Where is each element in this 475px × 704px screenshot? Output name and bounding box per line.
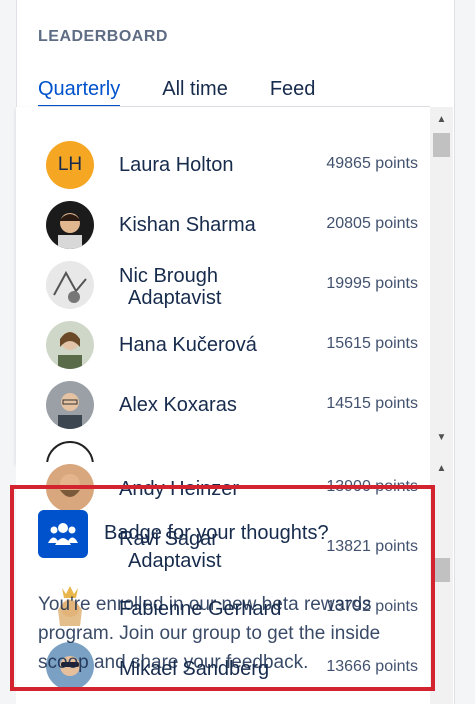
list-item[interactable]: Alex Koxaras 14515 points xyxy=(16,373,430,433)
list-item[interactable] xyxy=(16,433,430,462)
memoji-avatar xyxy=(46,201,94,249)
scrollbar-thumb[interactable] xyxy=(433,133,450,157)
list-item[interactable]: Nic Brough Adaptavist 19995 points xyxy=(16,253,430,313)
list-item[interactable]: LH Laura Holton 49865 points xyxy=(16,133,430,193)
scrollbar-thumb[interactable] xyxy=(433,558,450,582)
user-org: Adaptavist xyxy=(128,287,222,309)
list-item[interactable]: Hana Kučerová 15615 points xyxy=(16,313,430,373)
scroll-down-arrow-icon[interactable]: ▼ xyxy=(430,431,453,445)
user-points: 15615 points xyxy=(326,335,418,352)
user-points: 19995 points xyxy=(326,275,418,292)
list-item[interactable]: Kishan Sharma 20805 points xyxy=(16,193,430,253)
popup-body: You're enrolled in our new beta rewards … xyxy=(38,594,381,673)
user-name[interactable]: Laura Holton xyxy=(119,154,234,176)
user-points: 14515 points xyxy=(326,395,418,412)
sketch-avatar xyxy=(46,261,94,309)
leaderboard-tabs: Quarterly All time Feed xyxy=(38,78,357,108)
leaderboard-title: LEADERBOARD xyxy=(38,28,168,45)
scroll-up-arrow-icon[interactable]: ▲ xyxy=(430,462,453,476)
user-name-main: Nic Brough xyxy=(119,265,218,287)
user-points: 20805 points xyxy=(326,215,418,232)
photo-avatar xyxy=(46,441,94,462)
photo-avatar xyxy=(46,381,94,429)
user-name[interactable]: Nic Brough Adaptavist xyxy=(119,265,221,309)
user-name[interactable]: Kishan Sharma xyxy=(119,214,256,236)
scrollbar[interactable]: ▲ ▼ xyxy=(430,107,453,462)
leaderboard-list[interactable]: LH Laura Holton 49865 points Kishan Shar… xyxy=(16,107,430,463)
user-name[interactable]: Alex Koxaras xyxy=(119,394,237,416)
group-icon xyxy=(38,510,88,558)
tab-quarterly[interactable]: Quarterly xyxy=(38,78,121,108)
initials-avatar: LH xyxy=(46,141,94,189)
photo-avatar xyxy=(46,321,94,369)
user-points: 49865 points xyxy=(326,155,418,172)
tab-all-time[interactable]: All time xyxy=(162,78,228,105)
popup-title: Badge for your thoughts? xyxy=(104,522,329,544)
tab-feed[interactable]: Feed xyxy=(270,78,316,105)
user-name[interactable]: Hana Kučerová xyxy=(119,334,257,356)
scroll-up-arrow-icon[interactable]: ▲ xyxy=(430,113,453,127)
